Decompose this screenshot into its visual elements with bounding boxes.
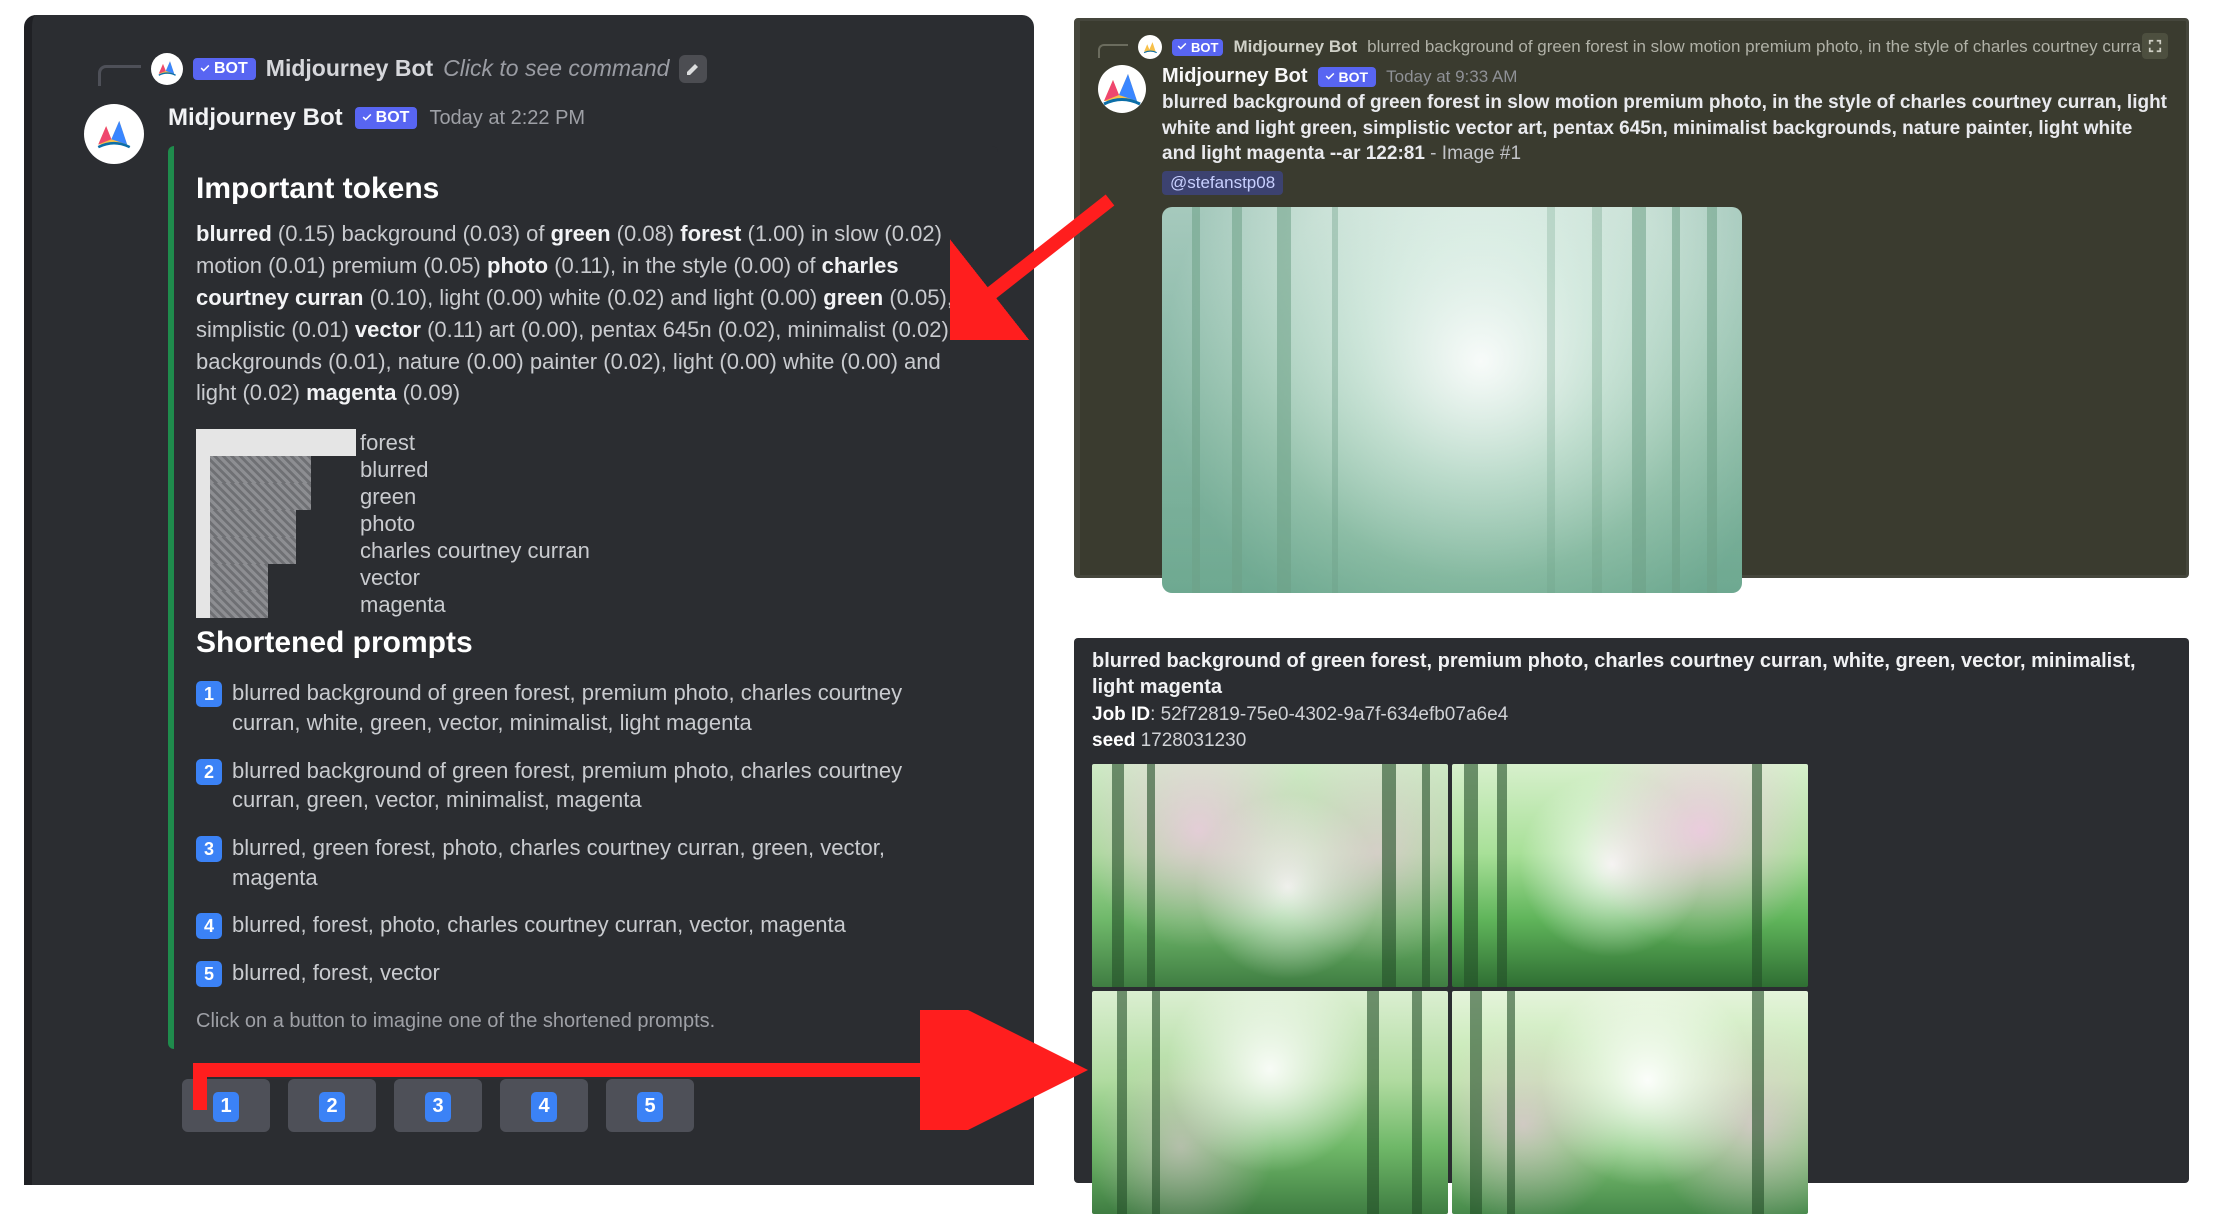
token-bar-row: photo [196,510,970,537]
token-bar-row: charles courtney curran [196,537,970,564]
shortened-prompt-item: 4blurred, forest, photo, charles courtne… [196,910,970,940]
message-header: Midjourney Bot BOT Today at 2:22 PM [168,104,1034,132]
token-bar-label: forest [360,430,415,456]
prompt-button-5[interactable]: 5 [606,1079,694,1132]
token-bar-label: green [360,484,416,510]
seed-line: seed 1728031230 [1092,730,2171,752]
prompt-index-badge: 4 [196,913,222,939]
token-bar-label: magenta [360,592,446,618]
embed-card: Important tokens blurred (0.15) backgrou… [168,146,998,1049]
prompt-index-badge: 5 [196,961,222,987]
discord-right-bottom-panel: blurred background of green forest, prem… [1074,638,2189,1183]
edit-icon[interactable] [679,55,707,83]
button-number-icon: 4 [531,1092,557,1122]
button-number-icon: 5 [637,1092,663,1122]
user-mention[interactable]: @stefanstp08 [1162,171,1283,195]
prompt-button-2[interactable]: 2 [288,1079,376,1132]
bot-name-main[interactable]: Midjourney Bot [168,104,343,132]
important-tokens-heading: Important tokens [196,172,970,206]
bot-tag: BOT [355,107,418,129]
result-prompt: blurred background of green forest, prem… [1092,648,2171,700]
token-bar-label: vector [360,565,420,591]
grid-image-2[interactable] [1452,764,1808,987]
token-bars: forestblurredgreenphotocharles courtney … [196,429,970,618]
bot-name-main[interactable]: Midjourney Bot [1162,65,1308,88]
token-bar-label: blurred [360,457,428,483]
token-bar-row: magenta [196,591,970,618]
discord-left-panel: BOT Midjourney Bot Click to see command [24,15,1034,1185]
bot-tag: BOT [1318,67,1377,87]
bot-tag: BOT [193,58,256,80]
discord-right-top-panel: BOT Midjourney Bot blurred background of… [1074,18,2189,578]
token-bar-label: charles courtney curran [360,538,590,564]
button-number-icon: 2 [319,1092,345,1122]
prompt-index-badge: 1 [196,681,222,707]
message-timestamp: Today at 9:33 AM [1386,67,1517,87]
grid-image-1[interactable] [1092,764,1448,987]
token-bar-label: photo [360,511,415,537]
midjourney-avatar-tiny [1138,35,1162,59]
click-to-see-command[interactable]: Click to see command [443,55,669,82]
bot-tag: BOT [1172,39,1223,56]
reply-line-right[interactable]: BOT Midjourney Bot blurred background of… [1098,35,2168,59]
expand-icon[interactable] [2142,33,2168,59]
button-number-icon: 3 [425,1092,451,1122]
shortened-prompt-item: 3blurred, green forest, photo, charles c… [196,833,970,892]
truncated-prompt: blurred background of green forest in sl… [1367,37,2168,57]
prompt-index-badge: 3 [196,836,222,862]
shortened-prompts-heading: Shortened prompts [196,626,970,660]
prompt-button-1[interactable]: 1 [182,1079,270,1132]
token-bar-row: vector [196,564,970,591]
prompt-button-4[interactable]: 4 [500,1079,588,1132]
prompt-button-3[interactable]: 3 [394,1079,482,1132]
reply-hook-icon [98,65,141,86]
shortened-prompts-hint: Click on a button to imagine one of the … [196,1010,970,1033]
message-timestamp: Today at 2:22 PM [429,107,585,130]
shortened-prompt-item: 5blurred, forest, vector [196,958,970,988]
midjourney-avatar[interactable] [84,104,144,164]
token-bar-row: forest [196,429,970,456]
button-number-icon: 1 [213,1092,239,1122]
midjourney-avatar-small [151,53,183,85]
job-id-line: Job ID: 52f72819-75e0-4302-9a7f-634efb07… [1092,704,2171,726]
shortened-prompt-item: 1blurred background of green forest, pre… [196,678,970,737]
generated-image[interactable] [1162,207,1742,593]
bot-name: Midjourney Bot [266,55,433,82]
bot-name: Midjourney Bot [1233,37,1357,57]
shortened-prompt-item: 2blurred background of green forest, pre… [196,756,970,815]
reply-hook-icon [1098,44,1128,58]
shortened-prompts-list: 1blurred background of green forest, pre… [196,678,970,988]
image-grid[interactable] [1092,764,1808,1214]
numbered-buttons-row: 1 2 3 4 5 [32,1079,1034,1132]
grid-image-3[interactable] [1092,991,1448,1214]
token-bar-row: green [196,483,970,510]
prompt-index-badge: 2 [196,759,222,785]
midjourney-avatar[interactable] [1098,65,1146,113]
prompt-text: blurred background of green forest in sl… [1162,90,2168,167]
token-bar-row: blurred [196,456,970,483]
token-weights-paragraph: blurred (0.15) background (0.03) of gree… [196,218,970,409]
reply-mention-line[interactable]: BOT Midjourney Bot Click to see command [132,51,1034,86]
grid-image-4[interactable] [1452,991,1808,1214]
